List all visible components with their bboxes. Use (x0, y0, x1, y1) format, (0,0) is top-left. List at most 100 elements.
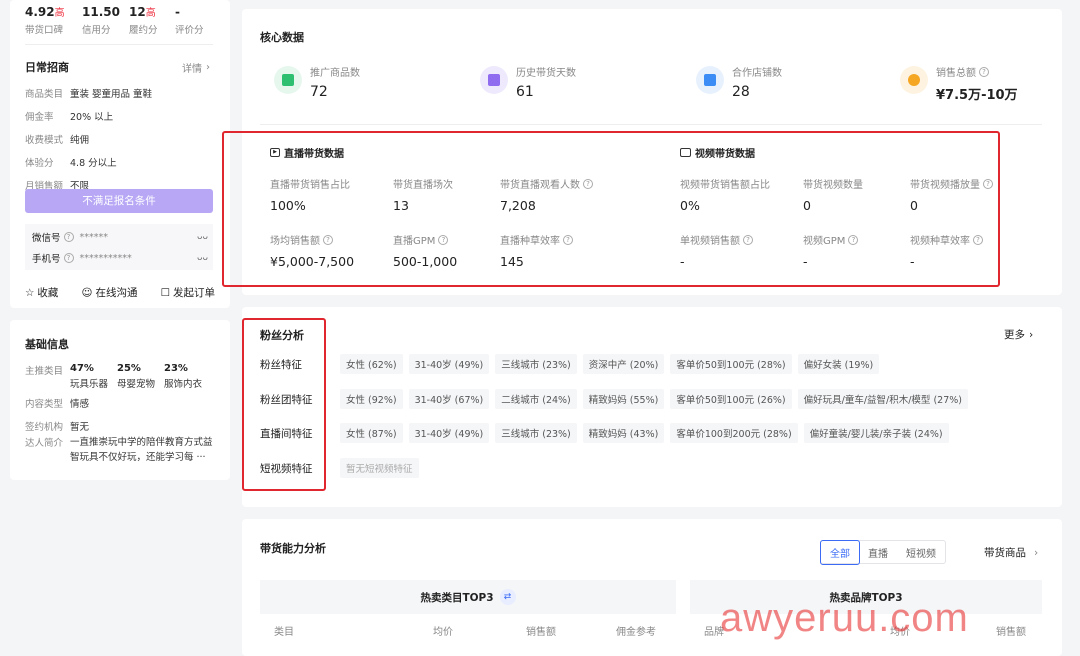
score-label: 履约分 (129, 25, 158, 36)
favorite-button[interactable]: ☆ 收藏 (25, 285, 58, 300)
score-label: 评价分 (175, 24, 204, 36)
stat-label: 历史带货天数 (516, 68, 576, 79)
fans-tag: 客单价100到200元 (28%) (670, 423, 798, 443)
kv-row: 佣金率 20% 以上 (25, 109, 152, 123)
column-header: 销售额 (526, 627, 556, 638)
column-header: 销售额 (996, 627, 1026, 638)
fans-row: 粉丝特征 女性 (62%) 31-40岁 (49%) 三线城市 (23%) 资深… (260, 354, 885, 374)
stat-value: 72 (310, 84, 328, 100)
fans-tag: 二线城市 (24%) (495, 389, 577, 409)
fans-tag: 精致妈妈 (55%) (582, 389, 665, 409)
top-category-header: 热卖类目TOP3 ⇄ (260, 580, 676, 614)
help-icon[interactable]: ? (979, 66, 989, 77)
goods-label: 带货商品 (984, 547, 1026, 559)
eye-closed-icon[interactable]: ᴗᴗ (197, 253, 208, 263)
kv-key: 内容类型 (25, 399, 64, 410)
ability-title: 带货能力分析 (260, 542, 326, 555)
contact-value: *********** (79, 252, 132, 264)
kv-value: 暂无 (70, 422, 90, 433)
action-label: 收藏 (37, 287, 59, 299)
order-icon: ☐ (160, 286, 170, 299)
fans-panel: 粉丝分析 更多 › 粉丝特征 女性 (62%) 31-40岁 (49%) 三线城市… (242, 307, 1062, 507)
kv-value: 童装 婴童用品 童鞋 (70, 89, 153, 100)
apply-button-label: 不满足报名条件 (82, 195, 156, 207)
category-item: 25% 母婴宠物 (117, 363, 155, 390)
contact-label: 微信号 (32, 233, 61, 244)
segment-short-video[interactable]: 短视频 (897, 541, 945, 564)
column-header: 类目 (274, 627, 294, 638)
category-item: 47% 玩具乐器 (70, 363, 108, 390)
stat-label: 推广商品数 (310, 68, 360, 79)
segment-label: 直播 (868, 548, 888, 560)
recruit-detail-link[interactable]: 详情 › (182, 60, 210, 75)
goods-link[interactable]: 带货商品 › (984, 545, 1038, 560)
kv-row: 商品类目 童装 婴童用品 童鞋 (25, 86, 152, 100)
segment-live[interactable]: 直播 (859, 541, 897, 564)
segment-label: 全部 (830, 548, 850, 560)
stat-value: 61 (516, 84, 534, 100)
kv-value: 4.8 分以上 (70, 158, 117, 169)
kv-value: 20% 以上 (70, 112, 114, 123)
fans-tag: 偏好女装 (19%) (797, 354, 880, 374)
fans-tag: 31-40岁 (49%) (408, 354, 490, 374)
top-category-box: 热卖类目TOP3 ⇄ 类目 均价 销售额 佣金参考 (260, 580, 676, 656)
segment-all[interactable]: 全部 (820, 539, 860, 565)
help-icon: ? (63, 232, 74, 242)
fans-tag: 客单价50到100元 (28%) (670, 354, 792, 374)
divider (260, 124, 1042, 125)
fans-tag: 精致妈妈 (43%) (582, 423, 665, 443)
divider (25, 44, 213, 45)
intro-text: 一直推崇玩中学的陪伴教育方式益智玩具不仅好玩，还能学习每 ··· (70, 437, 213, 463)
order-button[interactable]: ☐ 发起订单 (161, 285, 215, 300)
kv-key: 商品类目 (25, 89, 64, 100)
stat-value: ¥7.5万-10万 (936, 88, 1018, 103)
fans-more-link[interactable]: 更多 › (1004, 327, 1033, 342)
fans-tag: 偏好玩具/童车/益智/积木/模型 (27%) (797, 389, 968, 409)
contact-phone: 手机号? *********** ᴗᴗ (32, 251, 210, 266)
fans-tag: 31-40岁 (67%) (408, 389, 490, 409)
kv-row: 内容类型 情感 (25, 396, 89, 410)
chevron-right-icon: › (206, 62, 210, 73)
action-label: 发起订单 (172, 287, 215, 299)
action-label: 在线沟通 (95, 287, 138, 299)
chat-button[interactable]: ☺ 在线沟通 (82, 285, 138, 300)
stat-value: 28 (732, 84, 750, 100)
help-icon: ? (63, 253, 74, 263)
kv-key: 主推类目 (25, 366, 64, 377)
stat-label: 合作店铺数 (732, 68, 782, 79)
basic-info-panel: 基础信息 主推类目 47% 玩具乐器 25% 母婴宠物 23% 服饰内衣 内容类… (10, 320, 230, 480)
apply-button[interactable]: 不满足报名条件 (25, 189, 213, 213)
contact-box: 微信号? ****** ᴗᴗ 手机号? *********** ᴗᴗ (25, 224, 213, 270)
score-label: 带货口碑 (25, 25, 64, 36)
score-reputation: 4.92高 带货口碑 (25, 4, 82, 36)
score-review: - 评价分 (175, 5, 225, 36)
kv-key: 收费模式 (25, 135, 64, 146)
contact-wechat: 微信号? ****** ᴗᴗ (32, 230, 210, 245)
segment-label: 短视频 (906, 548, 936, 560)
segment-control: 全部 直播 短视频 (820, 539, 946, 565)
sales-icon (900, 66, 928, 94)
star-icon: ☆ (25, 286, 35, 299)
score-value: 12 (129, 5, 146, 19)
score-row: 4.92高 带货口碑 11.50 信用分 12高 履约分 - 评价分 (25, 4, 225, 37)
score-value: 4.92 (25, 5, 55, 19)
history-icon (480, 66, 508, 94)
kv-row: 收费模式 纯佣 (25, 132, 152, 146)
fans-tag: 客单价50到100元 (26%) (670, 389, 792, 409)
product-icon (274, 66, 302, 94)
fans-tag: 女性 (87%) (340, 423, 403, 443)
category-item: 23% 服饰内衣 (164, 363, 202, 390)
score-badge: 高 (145, 8, 156, 19)
score-label: 信用分 (82, 24, 111, 36)
kv-row: 签约机构 暂无 (25, 419, 89, 433)
merchant-panel: 4.92高 带货口碑 11.50 信用分 12高 履约分 - 评价分 日常招商 … (10, 0, 230, 308)
eye-closed-icon[interactable]: ᴗᴗ (197, 232, 208, 242)
column-header: 佣金参考 (616, 627, 656, 638)
swap-icon[interactable]: ⇄ (499, 589, 516, 605)
category-pct: 47% (70, 363, 94, 374)
category-pct: 23% (164, 363, 188, 374)
recruit-title: 日常招商 (25, 61, 69, 74)
core-title: 核心数据 (260, 31, 304, 44)
category-name: 玩具乐器 (70, 379, 109, 390)
category-name: 服饰内衣 (164, 379, 203, 390)
